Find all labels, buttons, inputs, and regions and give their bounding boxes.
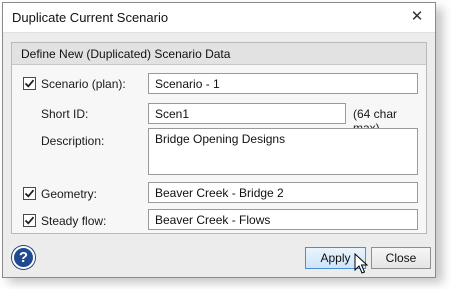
steady-flow-checkbox[interactable] <box>23 214 36 227</box>
steady-flow-label: Steady flow: <box>41 214 107 228</box>
dialog-title: Duplicate Current Scenario <box>12 10 169 25</box>
short-id-label: Short ID: <box>41 107 89 121</box>
group-header: Define New (Duplicated) Scenario Data <box>12 43 426 65</box>
scenario-checkbox[interactable] <box>23 77 36 90</box>
group-title: Define New (Duplicated) Scenario Data <box>21 47 231 61</box>
steady-flow-input[interactable]: Beaver Creek - Flows <box>148 209 418 230</box>
checkmark-icon <box>24 189 35 198</box>
scenario-data-group: Define New (Duplicated) Scenario Data Sc… <box>11 42 427 234</box>
checkmark-icon <box>24 79 35 88</box>
checkmark-icon <box>24 216 35 225</box>
description-textarea[interactable]: Bridge Opening Designs <box>148 128 418 175</box>
scenario-input[interactable]: Scenario - 1 <box>148 73 418 94</box>
help-icon[interactable]: ? <box>12 246 35 269</box>
duplicate-scenario-dialog: Duplicate Current Scenario ✕ Define New … <box>2 2 436 278</box>
close-button[interactable]: Close <box>371 247 431 269</box>
mouse-pointer-icon <box>354 253 368 274</box>
close-window-icon[interactable]: ✕ <box>409 8 425 26</box>
description-label: Description: <box>41 134 105 148</box>
geometry-checkbox[interactable] <box>23 187 36 200</box>
geometry-label: Geometry: <box>41 187 98 201</box>
scenario-label: Scenario (plan): <box>41 77 126 91</box>
geometry-input[interactable]: Beaver Creek - Bridge 2 <box>148 182 418 203</box>
short-id-input[interactable]: Scen1 <box>148 103 346 124</box>
title-bar: Duplicate Current Scenario ✕ <box>3 3 435 33</box>
